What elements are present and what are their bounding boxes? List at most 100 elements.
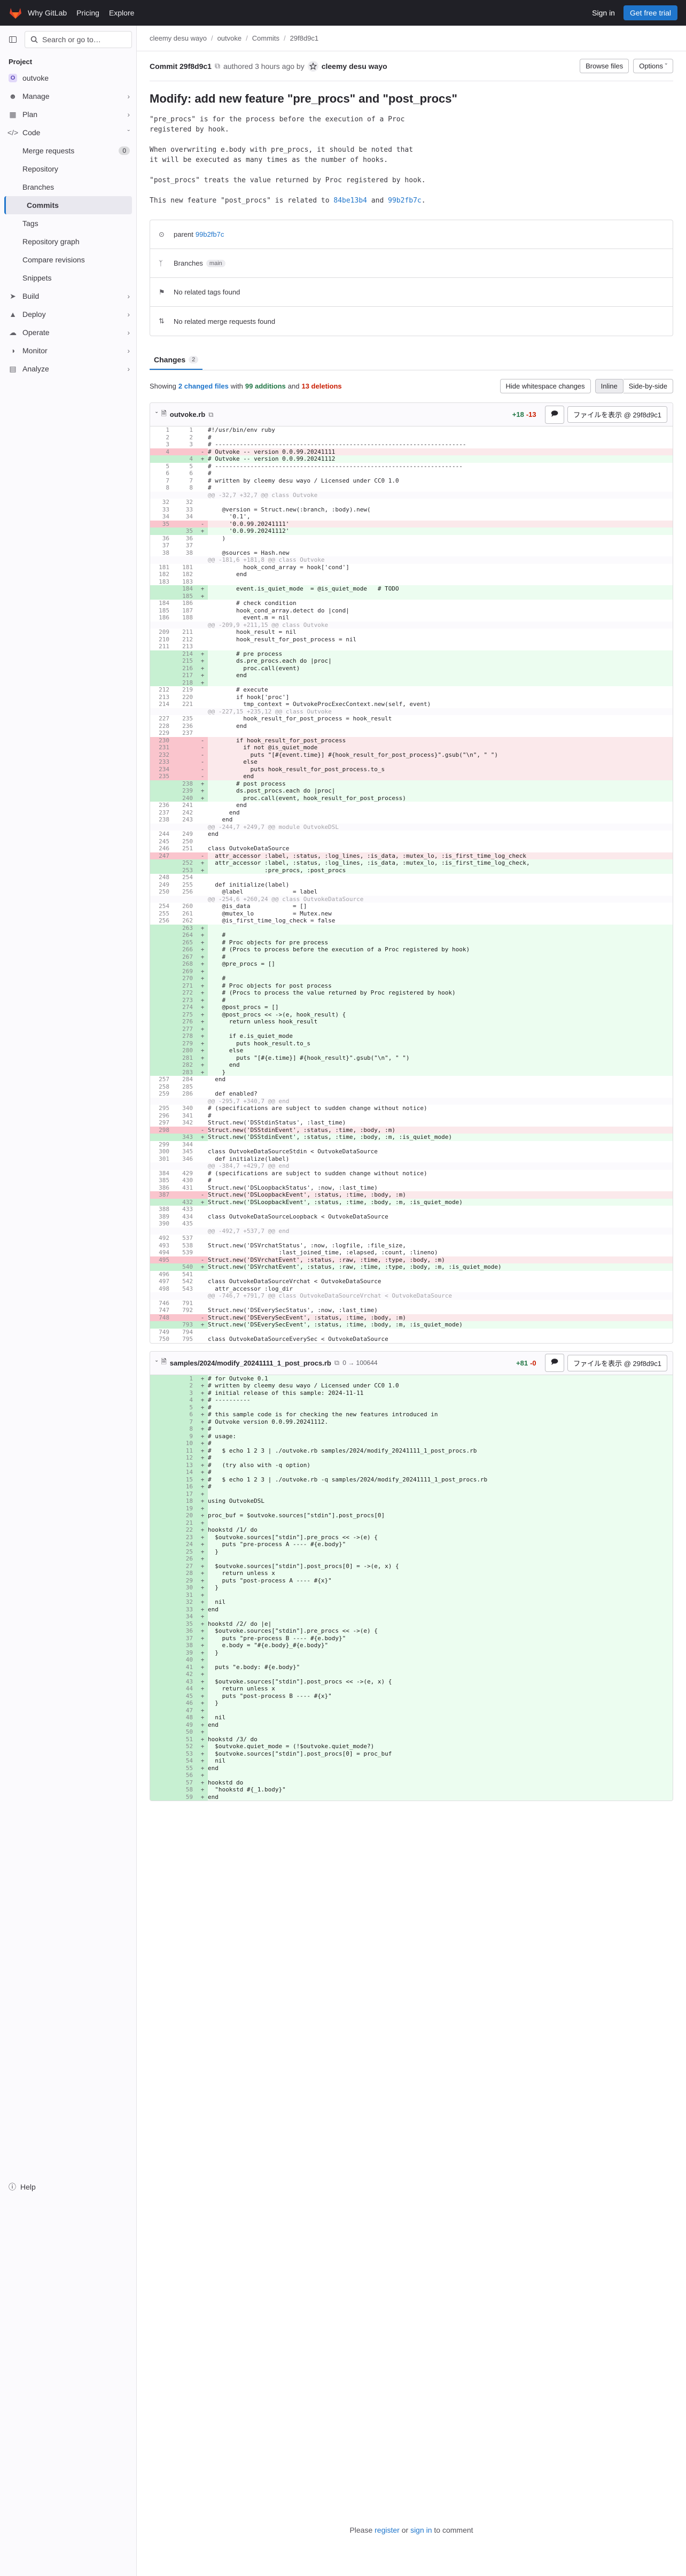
old-line-number[interactable] [150,1440,174,1447]
old-line-number[interactable]: 244 [150,831,174,838]
old-line-number[interactable] [150,1656,174,1664]
new-line-number[interactable]: 236 [174,723,197,730]
new-line-number[interactable]: 182 [174,571,197,578]
new-line-number[interactable]: 283 [174,1068,197,1076]
old-line-number[interactable]: 228 [150,723,174,730]
new-line-number[interactable] [174,744,197,751]
old-line-number[interactable] [150,1599,174,1606]
new-line-number[interactable] [174,1228,197,1235]
new-line-number[interactable]: 238 [174,780,197,787]
old-line-number[interactable] [150,455,174,463]
nav-explore[interactable]: Explore [109,9,134,17]
old-line-number[interactable] [150,1728,174,1736]
old-line-number[interactable]: 237 [150,809,174,817]
new-line-number[interactable] [174,1126,197,1134]
old-line-number[interactable] [150,1577,174,1584]
old-line-number[interactable]: 301 [150,1155,174,1163]
old-line-number[interactable] [150,1134,174,1141]
old-line-number[interactable]: 2 [150,434,174,441]
old-line-number[interactable] [150,787,174,795]
old-line-number[interactable] [150,1321,174,1329]
inline-view-button[interactable]: Inline [595,378,623,393]
old-line-number[interactable]: 184 [150,600,174,607]
new-line-number[interactable]: 346 [174,1155,197,1163]
new-line-number[interactable]: 221 [174,701,197,708]
new-line-number[interactable] [174,448,197,455]
old-line-number[interactable] [150,932,174,939]
new-line-number[interactable]: 794 [174,1329,197,1336]
old-line-number[interactable] [150,1033,174,1040]
old-line-number[interactable] [150,1678,174,1685]
breadcrumb-item[interactable]: Commits [252,34,279,42]
view-file-button[interactable]: ファイルを表示 @ 29f8d9c1 [567,1354,667,1371]
old-line-number[interactable] [150,1396,174,1404]
old-line-number[interactable] [150,1228,174,1235]
old-line-number[interactable]: 299 [150,1141,174,1149]
old-line-number[interactable]: 36 [150,535,174,542]
old-line-number[interactable] [150,1432,174,1440]
new-line-number[interactable]: 537 [174,1235,197,1242]
old-line-number[interactable] [150,996,174,1004]
old-line-number[interactable]: 7 [150,477,174,485]
old-line-number[interactable] [150,1498,174,1505]
sidebar-item-project[interactable]: O outvoke [0,69,136,87]
branch-badge[interactable]: main [206,259,225,267]
old-line-number[interactable] [150,1772,174,1779]
new-line-number[interactable]: 1 [174,1375,197,1382]
new-line-number[interactable]: 266 [174,946,197,953]
old-line-number[interactable]: 750 [150,1336,174,1343]
sidebar-item-manage[interactable]: ☻ Manage › [0,87,136,105]
old-line-number[interactable]: 385 [150,1177,174,1184]
sidebar-item-monitor[interactable]: ◑ Monitor › [0,342,136,360]
new-line-number[interactable]: 40 [174,1656,197,1664]
sidebar-subitem-tags[interactable]: Tags [0,214,136,232]
old-line-number[interactable] [150,1047,174,1054]
new-line-number[interactable]: 270 [174,975,197,982]
new-line-number[interactable]: 33 [174,506,197,514]
old-line-number[interactable] [150,859,174,867]
new-line-number[interactable]: 434 [174,1213,197,1221]
new-line-number[interactable]: 8 [174,1425,197,1433]
new-line-number[interactable]: 22 [174,1526,197,1534]
new-line-number[interactable]: 243 [174,816,197,824]
new-line-number[interactable]: 13 [174,1461,197,1469]
breadcrumb-item[interactable]: 29f8d9c1 [290,34,319,42]
new-line-number[interactable]: 28 [174,1570,197,1577]
new-line-number[interactable]: 32 [174,1599,197,1606]
new-line-number[interactable]: 260 [174,903,197,910]
breadcrumb-item[interactable]: outvoke [217,34,242,42]
new-line-number[interactable]: 30 [174,1584,197,1592]
new-line-number[interactable]: 29 [174,1577,197,1584]
new-line-number[interactable]: 432 [174,1198,197,1206]
old-line-number[interactable] [150,1526,174,1534]
old-line-number[interactable]: 34 [150,513,174,521]
old-line-number[interactable] [150,1061,174,1069]
old-line-number[interactable] [150,1620,174,1627]
commit-link[interactable]: 84be13b4 [333,197,367,205]
new-line-number[interactable]: 9 [174,1432,197,1440]
new-line-number[interactable]: 263 [174,924,197,932]
new-line-number[interactable]: 541 [174,1271,197,1278]
new-line-number[interactable]: 792 [174,1307,197,1314]
old-line-number[interactable] [150,1025,174,1033]
old-line-number[interactable]: 498 [150,1285,174,1293]
new-line-number[interactable]: 25 [174,1548,197,1555]
new-line-number[interactable]: 187 [174,607,197,615]
old-line-number[interactable]: 255 [150,910,174,918]
new-line-number[interactable]: 23 [174,1533,197,1541]
new-line-number[interactable]: 16 [174,1483,197,1491]
old-line-number[interactable]: 5 [150,463,174,470]
new-line-number[interactable] [174,1292,197,1300]
new-line-number[interactable]: 45 [174,1692,197,1700]
old-line-number[interactable] [150,657,174,665]
chevron-down-icon[interactable]: ˇ [155,1359,158,1367]
new-line-number[interactable]: 282 [174,1061,197,1069]
new-line-number[interactable]: 253 [174,866,197,874]
new-line-number[interactable]: 1 [174,426,197,434]
old-line-number[interactable] [150,1483,174,1491]
new-line-number[interactable]: 430 [174,1177,197,1184]
sign-in-link[interactable]: sign in [410,2526,432,2534]
old-line-number[interactable]: 492 [150,1235,174,1242]
new-line-number[interactable] [174,765,197,773]
sidebar-item-analyze[interactable]: ▤ Analyze › [0,360,136,378]
